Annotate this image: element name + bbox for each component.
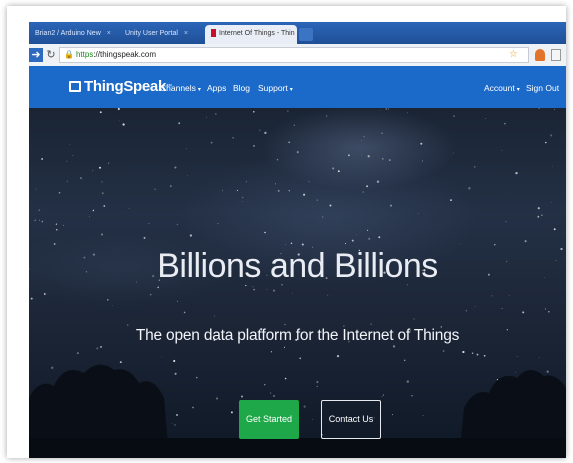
hero-section: Billions and Billions The open data plat…	[29, 108, 566, 458]
nav-label: Account	[484, 83, 515, 93]
nav-account[interactable]: Account ▾	[484, 82, 520, 96]
chevron-down-icon: ▾	[516, 87, 520, 93]
new-tab-button[interactable]	[299, 28, 313, 41]
nav-channels[interactable]: Channels ▾	[160, 82, 201, 96]
url-input[interactable]: 🔒 https://thingspeak.com	[59, 47, 529, 63]
back-arrow-icon[interactable]: ➜	[29, 48, 43, 62]
nav-sign-out[interactable]: Sign Out	[526, 82, 559, 94]
nav-label: Channels	[160, 83, 196, 93]
browser-tab-thingspeak[interactable]: Internet Of Things - Thin×	[205, 25, 297, 44]
tab-close-icon[interactable]: ×	[184, 30, 188, 37]
reload-icon[interactable]: ↻	[45, 48, 57, 62]
speech-bubble-icon	[69, 81, 81, 92]
bookmark-star-icon[interactable]: ☆	[509, 49, 518, 61]
contact-us-button[interactable]: Contact Us	[321, 400, 381, 439]
address-bar-row: ➜ ↻ 🔒 https://thingspeak.com ☆	[29, 44, 566, 67]
url-scheme: https	[75, 50, 94, 59]
tab-title: Brian2 / Arduino New	[35, 30, 101, 37]
nav-label: Apps	[207, 83, 227, 93]
site-navbar: ThingSpeak™ Channels ▾ Apps Blog Support ▾…	[29, 66, 566, 108]
hero-title: Billions and Billions	[157, 247, 438, 285]
nav-label: Support	[258, 83, 288, 93]
browser-window: Brian2 / Arduino New × Unity User Portal ×…	[29, 22, 566, 458]
browser-tab-unity[interactable]: Unity User Portal ×	[119, 25, 203, 44]
tab-title: Unity User Portal	[125, 30, 178, 37]
hero-subtitle: The open data platform for the Internet …	[135, 327, 460, 344]
tab-title: Internet Of Things - Thin	[219, 30, 295, 37]
nav-support[interactable]: Support ▾	[258, 82, 293, 96]
brand-name: ThingSpeak	[84, 78, 167, 95]
nav-label: Blog	[233, 83, 251, 93]
nav-apps[interactable]: Apps	[207, 82, 226, 94]
chevron-down-icon: ▾	[197, 87, 201, 93]
screenshot-frame: Brian2 / Arduino New × Unity User Portal ×…	[7, 6, 566, 458]
get-started-button[interactable]: Get Started	[239, 400, 299, 439]
browser-tab-bar: Brian2 / Arduino New × Unity User Portal ×…	[29, 22, 566, 44]
nav-blog[interactable]: Blog	[233, 82, 250, 94]
extension-icon[interactable]	[535, 49, 545, 61]
nav-label: Sign Out	[526, 83, 560, 93]
chevron-down-icon: ▾	[289, 87, 293, 93]
url-host: ://thingspeak.com	[93, 50, 157, 59]
favicon-icon	[211, 29, 216, 38]
browser-tab-arduino[interactable]: Brian2 / Arduino New ×	[29, 25, 117, 44]
extension-icon[interactable]	[551, 49, 561, 61]
lock-icon: 🔒	[64, 50, 74, 59]
tab-close-icon[interactable]: ×	[107, 30, 111, 37]
thingspeak-logo[interactable]: ThingSpeak™	[69, 78, 172, 96]
